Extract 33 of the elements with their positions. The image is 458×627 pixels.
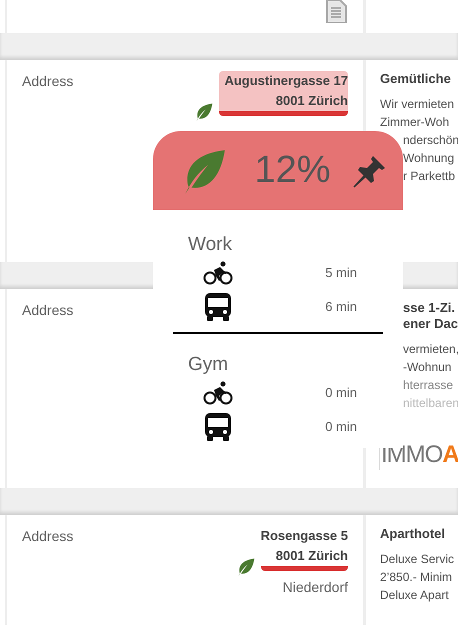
district-text: Niederdorf [282,578,348,597]
description-line: Wohnung [403,150,456,167]
travel-time: 0 min [325,418,357,436]
listing-title: Gemütliche [380,71,452,87]
description-line: Deluxe Servic [380,551,456,568]
description-line: hterrasse [403,377,454,394]
travel-time: 6 min [325,298,357,316]
address-text: Augustinergasse 17 8001 Zürich [219,71,348,116]
description-line: 2’850.- Minim [380,569,454,586]
bus-icon [203,412,233,442]
score-text: 12% [254,148,331,193]
description-line: Wir vermieten [380,96,456,113]
listing-title: sse 1-Zi. [403,300,456,316]
address-label: Address [22,72,74,91]
bus-icon [203,292,233,322]
document-icon[interactable] [324,0,348,23]
description-line: -Wohnun [403,359,452,376]
listing-title: Aparthotel [380,526,446,542]
description-line: Deluxe Apart [380,587,450,604]
description-line: nittelbaren [403,395,458,412]
travel-time: 0 min [325,384,357,402]
description-line: nderschön [403,132,458,149]
place-name: Gym [187,354,228,376]
listing-title: ener Dac [403,316,458,332]
description-line: vermieten, [403,341,458,358]
address-label: Address [22,527,74,546]
bicycle-icon [203,381,233,405]
bicycle-icon [203,261,233,285]
travel-time: 5 min [325,264,357,282]
address-label: Address [22,301,74,320]
description-line: Zimmer-Woh [380,114,450,131]
place-name: Work [187,234,232,256]
description-line: r Parkettb [403,168,456,185]
